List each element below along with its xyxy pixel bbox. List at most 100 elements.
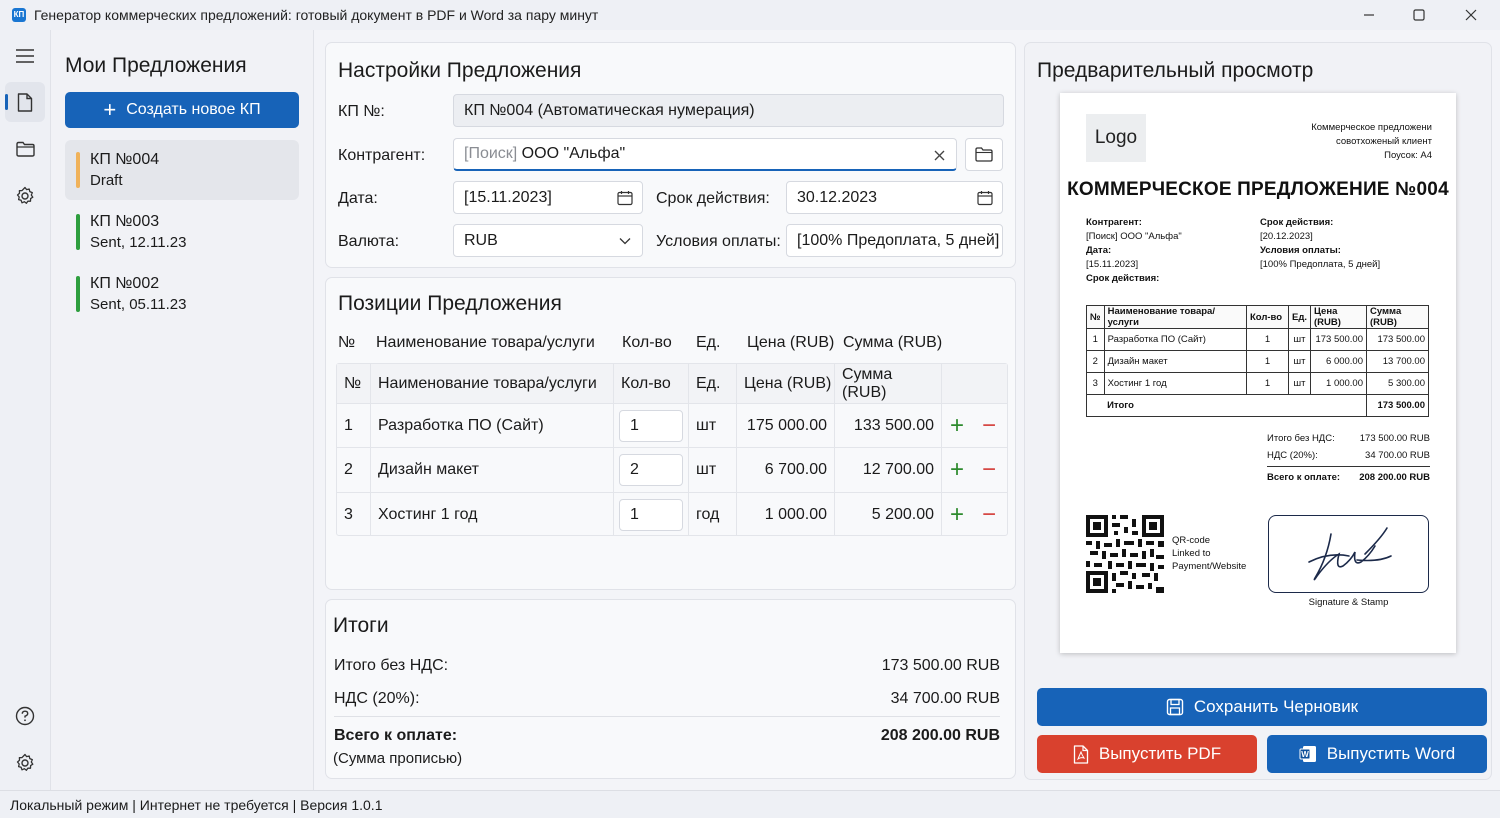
doc-td: Разработка ПО (Сайт): [1103, 328, 1247, 351]
sidebar-title: Мои Предложения: [65, 54, 247, 77]
add-row-button[interactable]: +: [950, 412, 964, 440]
table-header-cell: [942, 364, 1007, 403]
date-label: Дата:: [338, 190, 378, 207]
search-placeholder: [Поиск]: [464, 145, 518, 162]
issue-pdf-button[interactable]: Выпустить PDF: [1037, 735, 1257, 773]
add-row-button[interactable]: +: [950, 501, 964, 529]
close-window-button[interactable]: [1448, 0, 1494, 30]
doc-summary-row: Итого без НДС: 173 500.00 RUB: [1267, 430, 1430, 447]
status-bar: Локальный режим | Интернет не требуется …: [0, 790, 1500, 818]
doc-info-label: Срок действия:: [1086, 273, 1160, 284]
save-icon: [1166, 698, 1184, 716]
quantity-input[interactable]: 2: [619, 454, 683, 486]
sum-cell: 5 200.00: [835, 493, 942, 536]
issue-word-button[interactable]: W Выпустить Word: [1267, 735, 1487, 773]
doc-total-label: Итого: [1104, 394, 1368, 417]
doc-summary-label: НДС (20%):: [1267, 450, 1318, 461]
doc-td: 3: [1086, 372, 1105, 395]
table-header-cell: Сумма (RUB): [835, 364, 942, 403]
nav-folders[interactable]: [5, 129, 45, 169]
vat-row: НДС (20%): 34 700.00 RUB: [334, 690, 1000, 708]
row-actions: + −: [942, 448, 1007, 492]
save-draft-button[interactable]: Сохранить Черновик: [1037, 688, 1487, 726]
qty-cell: 2: [614, 448, 689, 492]
totals-card: Итоги Итого без НДС: 173 500.00 RUB НДС …: [325, 599, 1016, 779]
table-header-cell: Цена (RUB): [737, 364, 835, 403]
quantity-input[interactable]: 1: [619, 409, 683, 442]
offer-title: КП №003: [90, 213, 160, 230]
doc-td: 6 000.00: [1310, 350, 1367, 373]
offer-status: Draft: [90, 172, 123, 189]
app-settings-button[interactable]: [5, 743, 45, 783]
doc-td: шт: [1287, 372, 1312, 395]
create-offer-button[interactable]: + Создать новое КП: [65, 92, 299, 128]
browse-contractor-button[interactable]: [965, 138, 1003, 171]
window-title: Генератор коммерческих предложений: гото…: [34, 7, 599, 23]
amount-in-words: (Сумма прописью): [333, 750, 463, 767]
currency-select[interactable]: RUB: [453, 224, 643, 257]
maximize-button[interactable]: [1396, 0, 1442, 30]
calendar-icon: [976, 189, 994, 207]
sum-cell: 133 500.00: [835, 404, 942, 447]
doc-summary-value: 34 700.00 RUB: [1365, 450, 1430, 461]
doc-th: Ед.: [1287, 305, 1312, 329]
table-header-cell: Наименование товара/услуги: [371, 364, 614, 403]
doc-summary-label: Всего к оплате:: [1267, 472, 1341, 483]
doc-td: 5 300.00: [1366, 372, 1429, 395]
doc-td: 1 000.00: [1310, 372, 1367, 395]
doc-info-label: Дата:: [1086, 245, 1112, 256]
minimize-button[interactable]: [1346, 0, 1392, 30]
price-cell: 1 000.00: [737, 493, 835, 536]
create-offer-label: Создать новое КП: [126, 101, 261, 118]
offer-item[interactable]: КП №004 Draft: [65, 140, 299, 200]
app-icon: КП: [12, 8, 26, 22]
nav-rail: [0, 30, 50, 790]
payment-terms-input[interactable]: [100% Предоплата, 5 дней]: [786, 224, 1003, 257]
doc-table-row: 2 Дизайн макет 1 шт 6 000.00 13 700.00: [1086, 350, 1429, 373]
remove-row-button[interactable]: −: [982, 456, 996, 484]
offer-item[interactable]: КП №002 Sent, 05.11.23: [65, 264, 299, 324]
doc-td: 13 700.00: [1366, 350, 1429, 373]
menu-button[interactable]: [5, 36, 45, 76]
net-total-label: Итого без НДС:: [334, 657, 449, 674]
date-picker[interactable]: [15.11.2023]: [453, 181, 643, 214]
clear-button[interactable]: [930, 146, 948, 164]
remove-row-button[interactable]: −: [982, 412, 996, 440]
doc-summary-value: 208 200.00 RUB: [1359, 472, 1430, 483]
remove-row-button[interactable]: −: [982, 501, 996, 529]
number-field: КП №004 (Автоматическая нумерация): [453, 94, 1004, 127]
sum-cell: 12 700.00: [835, 448, 942, 492]
table-row: 2 Дизайн макет 2 шт 6 700.00 12 700.00 +…: [337, 448, 1007, 493]
signature-caption: Signature & Stamp: [1308, 597, 1389, 608]
status-indicator: [76, 214, 80, 250]
offer-item[interactable]: КП №003 Sent, 12.11.23: [65, 202, 299, 262]
doc-header-info: Коммерческое предложени совотхоженый кли…: [1311, 121, 1432, 163]
row-actions: + −: [942, 493, 1007, 536]
doc-summary-label: Итого без НДС:: [1267, 433, 1335, 444]
gear-icon: [16, 753, 34, 771]
validity-date-picker[interactable]: 30.12.2023: [786, 181, 1003, 214]
doc-info-value: [100% Предоплата, 5 дней]: [1260, 259, 1381, 270]
document-icon: [17, 92, 33, 112]
quantity-input[interactable]: 1: [619, 498, 683, 531]
nav-settings[interactable]: [5, 176, 45, 216]
word-icon: W: [1299, 746, 1316, 762]
validity-label: Срок действия:: [656, 190, 770, 207]
folder-icon: [15, 141, 35, 157]
contractor-label: Контрагент:: [338, 147, 426, 164]
doc-th: Наименование товара/услуги: [1103, 305, 1247, 329]
qr-code-icon: [1086, 515, 1164, 593]
help-button[interactable]: [5, 696, 45, 736]
qr-caption-line: Payment/Website: [1172, 561, 1247, 572]
doc-th: Сумма (RUB): [1366, 305, 1429, 329]
add-row-button[interactable]: +: [950, 456, 964, 484]
row-actions: + −: [942, 404, 1007, 447]
net-total-row: Итого без НДС: 173 500.00 RUB: [334, 657, 1000, 675]
grand-total-label: Всего к оплате:: [334, 727, 458, 744]
offers-sidebar: Мои Предложения + Создать новое КП КП №0…: [50, 30, 314, 790]
contractor-search-input[interactable]: [Поиск] ООО "Альфа": [453, 138, 957, 171]
nav-documents[interactable]: [5, 82, 45, 122]
document-preview: Logo Коммерческое предложени совотхожены…: [1060, 93, 1456, 653]
doc-info-value: [20.12.2023]: [1260, 231, 1313, 242]
calendar-icon: [616, 189, 634, 207]
